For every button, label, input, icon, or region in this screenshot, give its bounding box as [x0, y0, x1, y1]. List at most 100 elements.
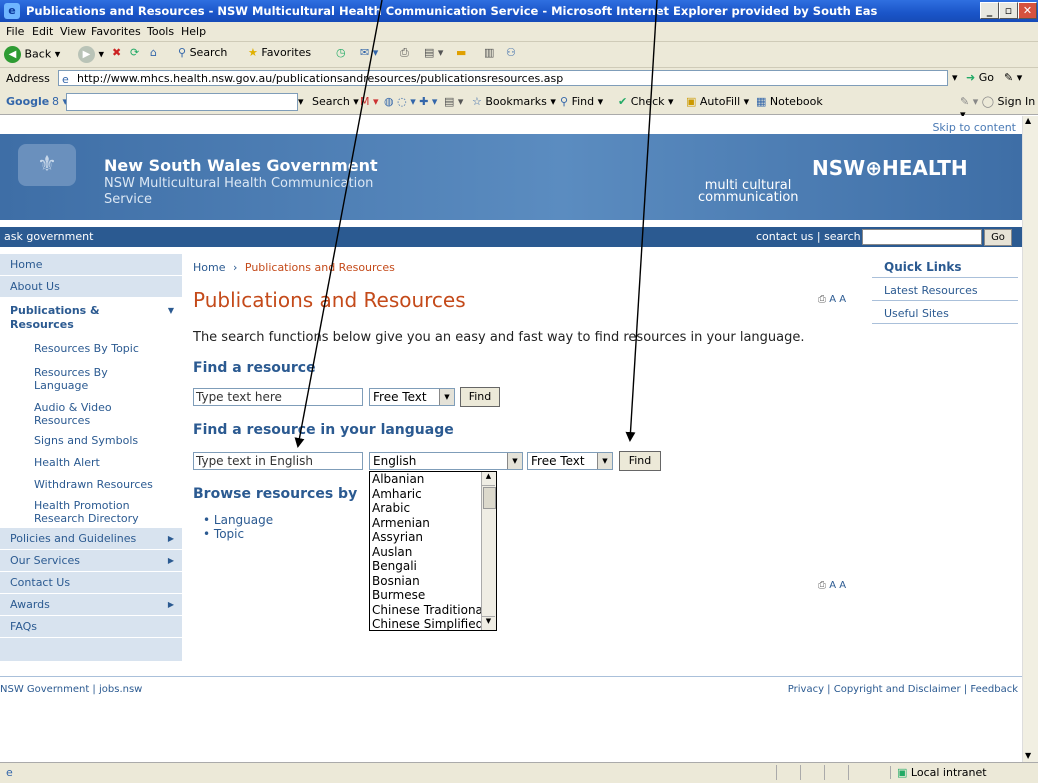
contact-search-links[interactable]: contact us | search: [756, 230, 861, 243]
footer-right-links[interactable]: Privacy | Copyright and Disclaimer | Fee…: [788, 684, 1018, 695]
close-button[interactable]: ✕: [1018, 2, 1037, 19]
home-icon[interactable]: ⌂: [150, 46, 157, 59]
messenger-icon[interactable]: ⚇: [506, 46, 516, 59]
address-dropdown-icon[interactable]: ▾: [952, 71, 958, 84]
minimize-button[interactable]: _: [980, 2, 999, 19]
menu-help[interactable]: Help: [181, 25, 206, 38]
notebook-button[interactable]: ▦ Notebook: [756, 95, 823, 108]
nav-publications[interactable]: Publications & Resources ▼: [0, 298, 182, 338]
nsw-crest-logo[interactable]: ⚜: [18, 144, 76, 186]
find-button-2[interactable]: Find: [619, 451, 661, 471]
maximize-button[interactable]: ▫: [999, 2, 1018, 19]
history-icon[interactable]: ◷: [336, 46, 346, 59]
google-sidebar-icon[interactable]: ▤ ▾: [444, 95, 463, 108]
research-icon[interactable]: ▥: [484, 46, 494, 59]
check-button[interactable]: ✔ Check ▾: [618, 95, 674, 108]
chevron-right-icon: ▶: [167, 556, 174, 565]
nav-services[interactable]: Our Services ▶: [0, 550, 182, 572]
menu-view[interactable]: View: [60, 25, 86, 38]
nav-withdrawn[interactable]: Withdrawn Resources: [0, 474, 182, 496]
find-text-input[interactable]: Type text here: [193, 388, 363, 406]
menu-tools[interactable]: Tools: [147, 25, 174, 38]
search-toolbar-button[interactable]: ⚲ Search: [178, 46, 227, 59]
forward-button[interactable]: ▶ ▾: [78, 46, 104, 63]
stop-icon[interactable]: ✖: [112, 46, 121, 59]
breadcrumb-home[interactable]: Home: [193, 261, 225, 274]
google-search-dropdown-icon[interactable]: ▾: [298, 95, 304, 108]
language-option[interactable]: Burmese: [370, 588, 496, 603]
language-option[interactable]: Amharic: [370, 487, 496, 502]
language-option[interactable]: Arabic: [370, 501, 496, 516]
menu-edit[interactable]: Edit: [32, 25, 53, 38]
language-text-input[interactable]: Type text in English: [193, 452, 363, 470]
site-search-go-button[interactable]: Go: [984, 229, 1012, 246]
nav-health-alert[interactable]: Health Alert: [0, 452, 182, 474]
print-page-icon[interactable]: ⎙: [818, 294, 826, 305]
dropdown-scrollbar[interactable]: ▲ ▼: [481, 472, 496, 630]
print-page-icon[interactable]: ⎙: [818, 580, 826, 591]
refresh-icon[interactable]: ⟳: [130, 46, 139, 59]
google-search-input[interactable]: [66, 93, 298, 111]
browse-language-link[interactable]: • Language: [203, 513, 273, 527]
nav-contact[interactable]: Contact Us: [0, 572, 182, 594]
gmail-icon[interactable]: M ▾: [360, 95, 379, 108]
autofill-button[interactable]: ▣ AutoFill ▾: [686, 95, 749, 108]
language-option[interactable]: Chinese Traditional: [370, 603, 496, 618]
gov-name-link[interactable]: New South Wales Government: [104, 156, 378, 175]
nav-policies[interactable]: Policies and Guidelines ▶: [0, 528, 182, 550]
language-type-select[interactable]: Free Text ▼: [527, 452, 613, 470]
nav-health-promotion[interactable]: Health Promotion Research Directory: [0, 496, 182, 528]
back-button[interactable]: ◀ Back ▾: [4, 46, 60, 63]
language-select[interactable]: English ▼: [369, 452, 523, 470]
links-icon[interactable]: ✎ ▾: [1004, 71, 1022, 84]
page-scrollbar[interactable]: ▲ ▼: [1022, 116, 1038, 762]
scroll-down-icon[interactable]: ▼: [1025, 751, 1031, 760]
nav-awards[interactable]: Awards ▶: [0, 594, 182, 616]
footer-left-links[interactable]: NSW Government | jobs.nsw: [0, 684, 142, 695]
mail-icon[interactable]: ✉ ▾: [360, 46, 378, 59]
folder-icon[interactable]: ▬: [456, 46, 466, 59]
go-button[interactable]: ➜ Go: [966, 71, 994, 84]
font-size-controls[interactable]: ⎙ A A: [818, 294, 846, 305]
google-search-button[interactable]: Search ▾: [312, 95, 359, 108]
menu-favorites[interactable]: Favorites: [91, 25, 141, 38]
browse-topic-link[interactable]: • Topic: [203, 527, 273, 541]
language-option[interactable]: Assyrian: [370, 530, 496, 545]
nav-resources-by-language[interactable]: Resources By Language: [0, 360, 182, 398]
language-option[interactable]: Bosnian: [370, 574, 496, 589]
address-input[interactable]: e http://www.mhcs.health.nsw.gov.au/publ…: [58, 70, 948, 86]
language-option[interactable]: Bengali: [370, 559, 496, 574]
favorites-toolbar-button[interactable]: ★ Favorites: [248, 46, 311, 59]
nsw-health-logo[interactable]: NSW⊕HEALTH: [812, 156, 968, 180]
language-option[interactable]: Albanian: [370, 472, 496, 487]
edit-icon[interactable]: ▤ ▾: [424, 46, 443, 59]
find-button[interactable]: ⚲ Find ▾: [560, 95, 603, 108]
toolbar: ◀ Back ▾ ▶ ▾ ✖ ⟳ ⌂ ⚲ Search ★ Favorites …: [0, 42, 1038, 68]
language-option[interactable]: Armenian: [370, 516, 496, 531]
nav-about[interactable]: About Us: [0, 276, 182, 298]
nav-home[interactable]: Home: [0, 254, 182, 276]
menu-file[interactable]: File: [6, 25, 24, 38]
ask-government-link[interactable]: ask government: [4, 230, 93, 243]
nav-signs-symbols[interactable]: Signs and Symbols: [0, 430, 182, 452]
quick-link-useful[interactable]: Useful Sites: [884, 307, 949, 320]
google-tools-icons[interactable]: ◍ ◌ ▾ ✚ ▾: [384, 95, 437, 108]
scroll-down-icon[interactable]: ▼: [482, 616, 495, 630]
site-search-input[interactable]: [862, 229, 982, 245]
bookmarks-button[interactable]: ☆ Bookmarks ▾: [472, 95, 556, 108]
language-dropdown-list[interactable]: Albanian Amharic Arabic Armenian Assyria…: [369, 471, 497, 631]
print-icon[interactable]: ⎙: [400, 46, 409, 60]
nav-resources-by-topic[interactable]: Resources By Topic: [0, 338, 182, 360]
scroll-up-icon[interactable]: ▲: [1025, 116, 1031, 125]
quick-link-latest[interactable]: Latest Resources: [884, 284, 978, 297]
font-size-controls-bottom[interactable]: ⎙ A A: [818, 580, 846, 591]
language-option[interactable]: Auslan: [370, 545, 496, 560]
scroll-thumb[interactable]: [483, 487, 496, 509]
skip-to-content-link[interactable]: Skip to content: [932, 121, 1016, 134]
language-option[interactable]: Chinese Simplified: [370, 617, 496, 632]
scroll-up-icon[interactable]: ▲: [482, 472, 495, 486]
nav-faqs[interactable]: FAQs: [0, 616, 182, 638]
nav-audio-video[interactable]: Audio & Video Resources: [0, 398, 182, 430]
find-type-select[interactable]: Free Text ▼: [369, 388, 455, 406]
find-button-1[interactable]: Find: [460, 387, 500, 407]
